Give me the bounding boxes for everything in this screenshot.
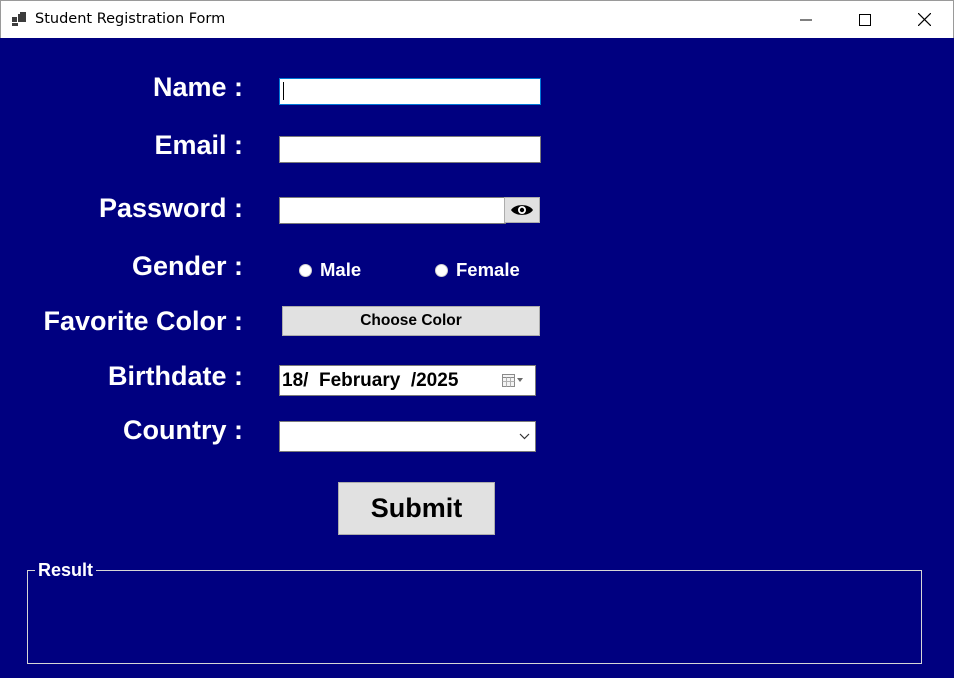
country-dropdown[interactable] [279,421,536,452]
gender-label: Gender : [131,251,243,281]
birthdate-label: Birthdate : [108,361,243,391]
show-password-button[interactable] [504,197,540,223]
chevron-down-icon [519,433,530,440]
radio-button-icon [435,263,448,277]
submit-button[interactable]: Submit [338,482,495,535]
gender-male-label: Male [320,259,362,280]
result-groupbox [27,570,922,664]
email-input[interactable] [279,136,541,163]
close-button[interactable] [895,1,953,38]
calendar-dropdown-icon[interactable] [502,373,528,388]
minimize-icon [800,19,812,20]
close-icon [917,13,931,26]
name-label: Name : [152,72,243,102]
window-title: Student Registration Form [35,11,226,27]
gender-female-label: Female [456,259,520,280]
birthdate-value: 18/ February /2025 [282,370,459,391]
gender-radio-female[interactable]: Female [435,259,520,281]
text-caret [283,82,284,100]
minimize-button[interactable] [777,1,835,38]
app-icon [12,12,26,26]
password-input[interactable] [279,197,506,224]
name-input[interactable] [279,78,541,105]
maximize-icon [859,13,871,26]
favorite-color-label: Favorite Color : [43,306,243,336]
country-label: Country : [123,415,243,445]
maximize-button[interactable] [836,1,894,38]
result-label: Result [35,560,97,581]
birthdate-picker[interactable]: 18/ February /2025 [279,365,536,396]
eye-icon [511,205,533,215]
radio-button-icon [299,263,312,277]
gender-radio-male[interactable]: Male [299,259,361,281]
title-bar[interactable]: Student Registration Form [0,0,954,38]
password-label: Password : [98,193,243,223]
choose-color-button[interactable]: Choose Color [282,306,540,336]
email-label: Email : [154,130,243,160]
registration-window: Student Registration Form Name : Email :… [0,0,954,678]
